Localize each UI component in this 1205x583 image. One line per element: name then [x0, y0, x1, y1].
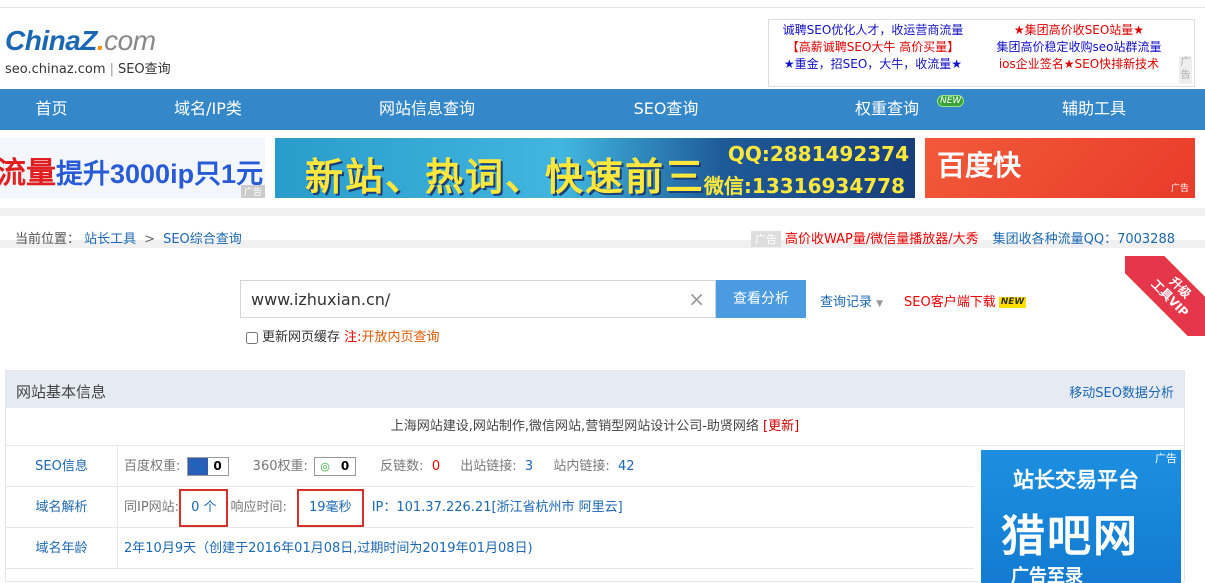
top-ad-link[interactable]: ★重金，招SEO，大牛，收流量★: [773, 56, 973, 73]
panel-title: 网站基本信息: [16, 383, 107, 401]
search-section: × 查看分析 查询记录 ▼ SEO客户端下载NEW 更新网页缓存 注:开放内页查…: [0, 256, 1205, 360]
breadcrumb-separator: >: [144, 232, 156, 247]
info-table: SEO信息 百度权重: 🐾 0 360权重: ◎ 0 反链数: 0 出站链接: 3 …: [6, 446, 974, 569]
ip-info[interactable]: IP：101.37.226.21[浙江省杭州市 阿里云]: [372, 487, 623, 528]
response-time-value: 19毫秒: [297, 489, 364, 527]
top-ad-column-1: 诚聘SEO优化人才，收运营商流量 【高薪诚聘SEO大牛 高价买量】 ★重金，招S…: [773, 22, 973, 73]
query-history-label: 查询记录: [820, 295, 873, 310]
query-history-dropdown[interactable]: 查询记录 ▼: [820, 291, 883, 310]
row-label[interactable]: 域名解析: [6, 487, 118, 528]
panel-header: 网站基本信息 移动SEO数据分析: [6, 371, 1184, 408]
update-cache-label[interactable]: 更新网页缓存: [262, 330, 340, 345]
search-input[interactable]: [241, 281, 681, 317]
baidu-weight-badge[interactable]: 🐾 0: [186, 457, 229, 476]
row-content: 同IP网站: 0 个响应时间: 19毫秒 IP：101.37.226.21[浙江省…: [124, 487, 623, 528]
top-ad-link[interactable]: ios企业签名★SEO快排新技术: [981, 56, 1177, 73]
new-badge: NEW: [998, 297, 1027, 308]
logo-subtitle: seo.chinaz.com | SEO查询: [5, 62, 171, 77]
note-label: 注:: [344, 330, 362, 345]
site-title-line: 上海网站建设,网站制作,微信网站,营销型网站设计公司-助贤网络 [更新]: [6, 408, 1184, 446]
top-ad-link[interactable]: 诚聘SEO优化人才，收运营商流量: [773, 22, 973, 39]
top-strip: [0, 0, 1205, 8]
nav-item-weight[interactable]: 权重查询 NEW: [791, 89, 983, 130]
top-ad-link[interactable]: ★集团高价收SEO站量★: [981, 22, 1177, 39]
360-logo-icon: ◎: [315, 458, 336, 475]
search-box: ×: [240, 280, 716, 318]
site-info-panel: 网站基本信息 移动SEO数据分析 上海网站建设,网站制作,微信网站,营销型网站设…: [5, 370, 1185, 583]
domain-age-value: 2年10月9天（创建于2016年01月08日,过期时间为2019年01月08日): [124, 541, 533, 556]
nav-item-tools[interactable]: 辅助工具: [983, 89, 1205, 130]
breadcrumb-link-seo[interactable]: SEO综合查询: [163, 232, 242, 247]
open-inner-page-link[interactable]: 开放内页查询: [362, 330, 440, 345]
main-nav: 首页 域名/IP类 网站信息查询 SEO查询 权重查询 NEW 辅助工具: [0, 89, 1205, 130]
internal-links-value[interactable]: 42: [618, 459, 635, 474]
baidu-paw-icon: 🐾: [187, 458, 208, 475]
top-ad-link[interactable]: 集团高价稳定收购seo站群流量: [981, 39, 1177, 56]
chevron-down-icon: ▼: [876, 299, 884, 309]
client-download-link[interactable]: SEO客户端下载 NEW: [904, 291, 1027, 310]
chinaz-logo[interactable]: ChinaZ.com seo.chinaz.com | SEO查询: [5, 25, 171, 78]
site-title: 上海网站建设,网站制作,微信网站,营销型网站设计公司-助贤网络: [390, 419, 759, 434]
same-ip-sites-value[interactable]: 0 个: [179, 489, 229, 527]
logo-wordmark: ChinaZ.com: [5, 25, 156, 56]
row-content: 百度权重: 🐾 0 360权重: ◎ 0 反链数: 0 出站链接: 3 站内链接: …: [124, 457, 635, 476]
table-row-seo: SEO信息 百度权重: 🐾 0 360权重: ◎ 0 反链数: 0 出站链接: 3 …: [6, 446, 974, 487]
banner-ad-ranking[interactable]: 新站、热词、快速前三 QQ:2881492374 微信:13316934778: [275, 138, 915, 198]
ad-tag: 广告: [1170, 184, 1189, 194]
banner-ad-headline: 新站、热词、快速前三: [305, 155, 706, 198]
banner-row: 流量提升3000ip只1元 广告 新站、热词、快速前三 QQ:288149237…: [0, 130, 1205, 200]
breadcrumb: 当前位置： 站长工具 > SEO综合查询: [15, 228, 242, 247]
analyze-button[interactable]: 查看分析: [716, 280, 806, 318]
ad-tag: 广告: [240, 185, 265, 198]
banner-ad-traffic[interactable]: 流量提升3000ip只1元 广告: [0, 138, 265, 198]
update-cache-checkbox[interactable]: [246, 331, 258, 344]
ad-tag: 广告: [1179, 56, 1192, 84]
side-ad-subtitle: 广告至录: [1011, 566, 1083, 583]
vip-upgrade-ribbon[interactable]: 升级 工具VIP: [1125, 256, 1205, 336]
top-ad-column-2: ★集团高价收SEO站量★ 集团高价稳定收购seo站群流量 ios企业签名★SEO…: [981, 22, 1177, 73]
text-ad-link[interactable]: 高价收WAP量/微信量播放器/大秀: [785, 232, 979, 247]
text-ad-link[interactable]: 集团收各种流量QQ：7003288: [993, 232, 1175, 247]
ad-tag: 广告: [750, 231, 781, 247]
table-row-dns: 域名解析 同IP网站: 0 个响应时间: 19毫秒 IP：101.37.226.2…: [6, 487, 974, 528]
banner-ad-baidu[interactable]: 百度快 广告: [925, 138, 1195, 198]
banner-ad-qq: QQ:2881492374: [727, 142, 909, 166]
breadcrumb-ad: 广告 高价收WAP量/微信量播放器/大秀 集团收各种流量QQ：7003288: [750, 228, 1175, 247]
new-badge: NEW: [937, 95, 965, 107]
nav-item-home[interactable]: 首页: [0, 89, 103, 130]
breadcrumb-bar: 当前位置： 站长工具 > SEO综合查询 广告 高价收WAP量/微信量播放器/大秀 集团…: [0, 208, 1205, 248]
cache-option: 更新网页缓存 注:开放内页查询: [246, 326, 440, 345]
clear-icon[interactable]: ×: [688, 287, 705, 311]
vip-ribbon-text: 升级 工具VIP: [1125, 256, 1205, 336]
banner-ad-text: 百度快: [937, 149, 1022, 182]
ad-tag: 广告: [1155, 452, 1177, 465]
nav-item-seo[interactable]: SEO查询: [541, 89, 791, 130]
banner-ad-text: 流量提升3000ip只1元: [0, 157, 264, 190]
backlinks-value[interactable]: 0: [432, 459, 440, 474]
nav-item-domain-ip[interactable]: 域名/IP类: [103, 89, 313, 130]
nav-item-site-info[interactable]: 网站信息查询: [313, 89, 541, 130]
breadcrumb-prefix: 当前位置：: [15, 232, 81, 247]
table-row-domain-age: 域名年龄 2年10月9天（创建于2016年01月08日,过期时间为2019年01…: [6, 528, 974, 569]
row-label[interactable]: 域名年龄: [6, 528, 118, 569]
breadcrumb-link-tools[interactable]: 站长工具: [84, 232, 136, 247]
outbound-links-value[interactable]: 3: [525, 459, 533, 474]
top-ad-link[interactable]: 【高薪诚聘SEO大牛 高价买量】: [773, 39, 973, 56]
360-weight-badge[interactable]: ◎ 0: [314, 457, 357, 476]
client-download-label: SEO客户端下载: [904, 295, 996, 310]
header: ChinaZ.com seo.chinaz.com | SEO查询 诚聘SEO优化人…: [0, 8, 1205, 88]
nav-item-label: 权重查询: [854, 99, 919, 118]
side-ad-lieba[interactable]: 广告 站长交易平台 猎吧网 广告至录: [981, 450, 1181, 583]
update-link[interactable]: [更新]: [763, 419, 799, 434]
top-text-ad[interactable]: 诚聘SEO优化人才，收运营商流量 【高薪诚聘SEO大牛 高价买量】 ★重金，招S…: [768, 19, 1195, 87]
banner-ad-wechat: 微信:13316934778: [703, 174, 905, 198]
row-label[interactable]: SEO信息: [6, 446, 118, 487]
side-ad-brand: 猎吧网: [1001, 511, 1139, 562]
side-ad-title: 站长交易平台: [1013, 468, 1139, 492]
mobile-seo-link[interactable]: 移动SEO数据分析: [1069, 382, 1174, 401]
